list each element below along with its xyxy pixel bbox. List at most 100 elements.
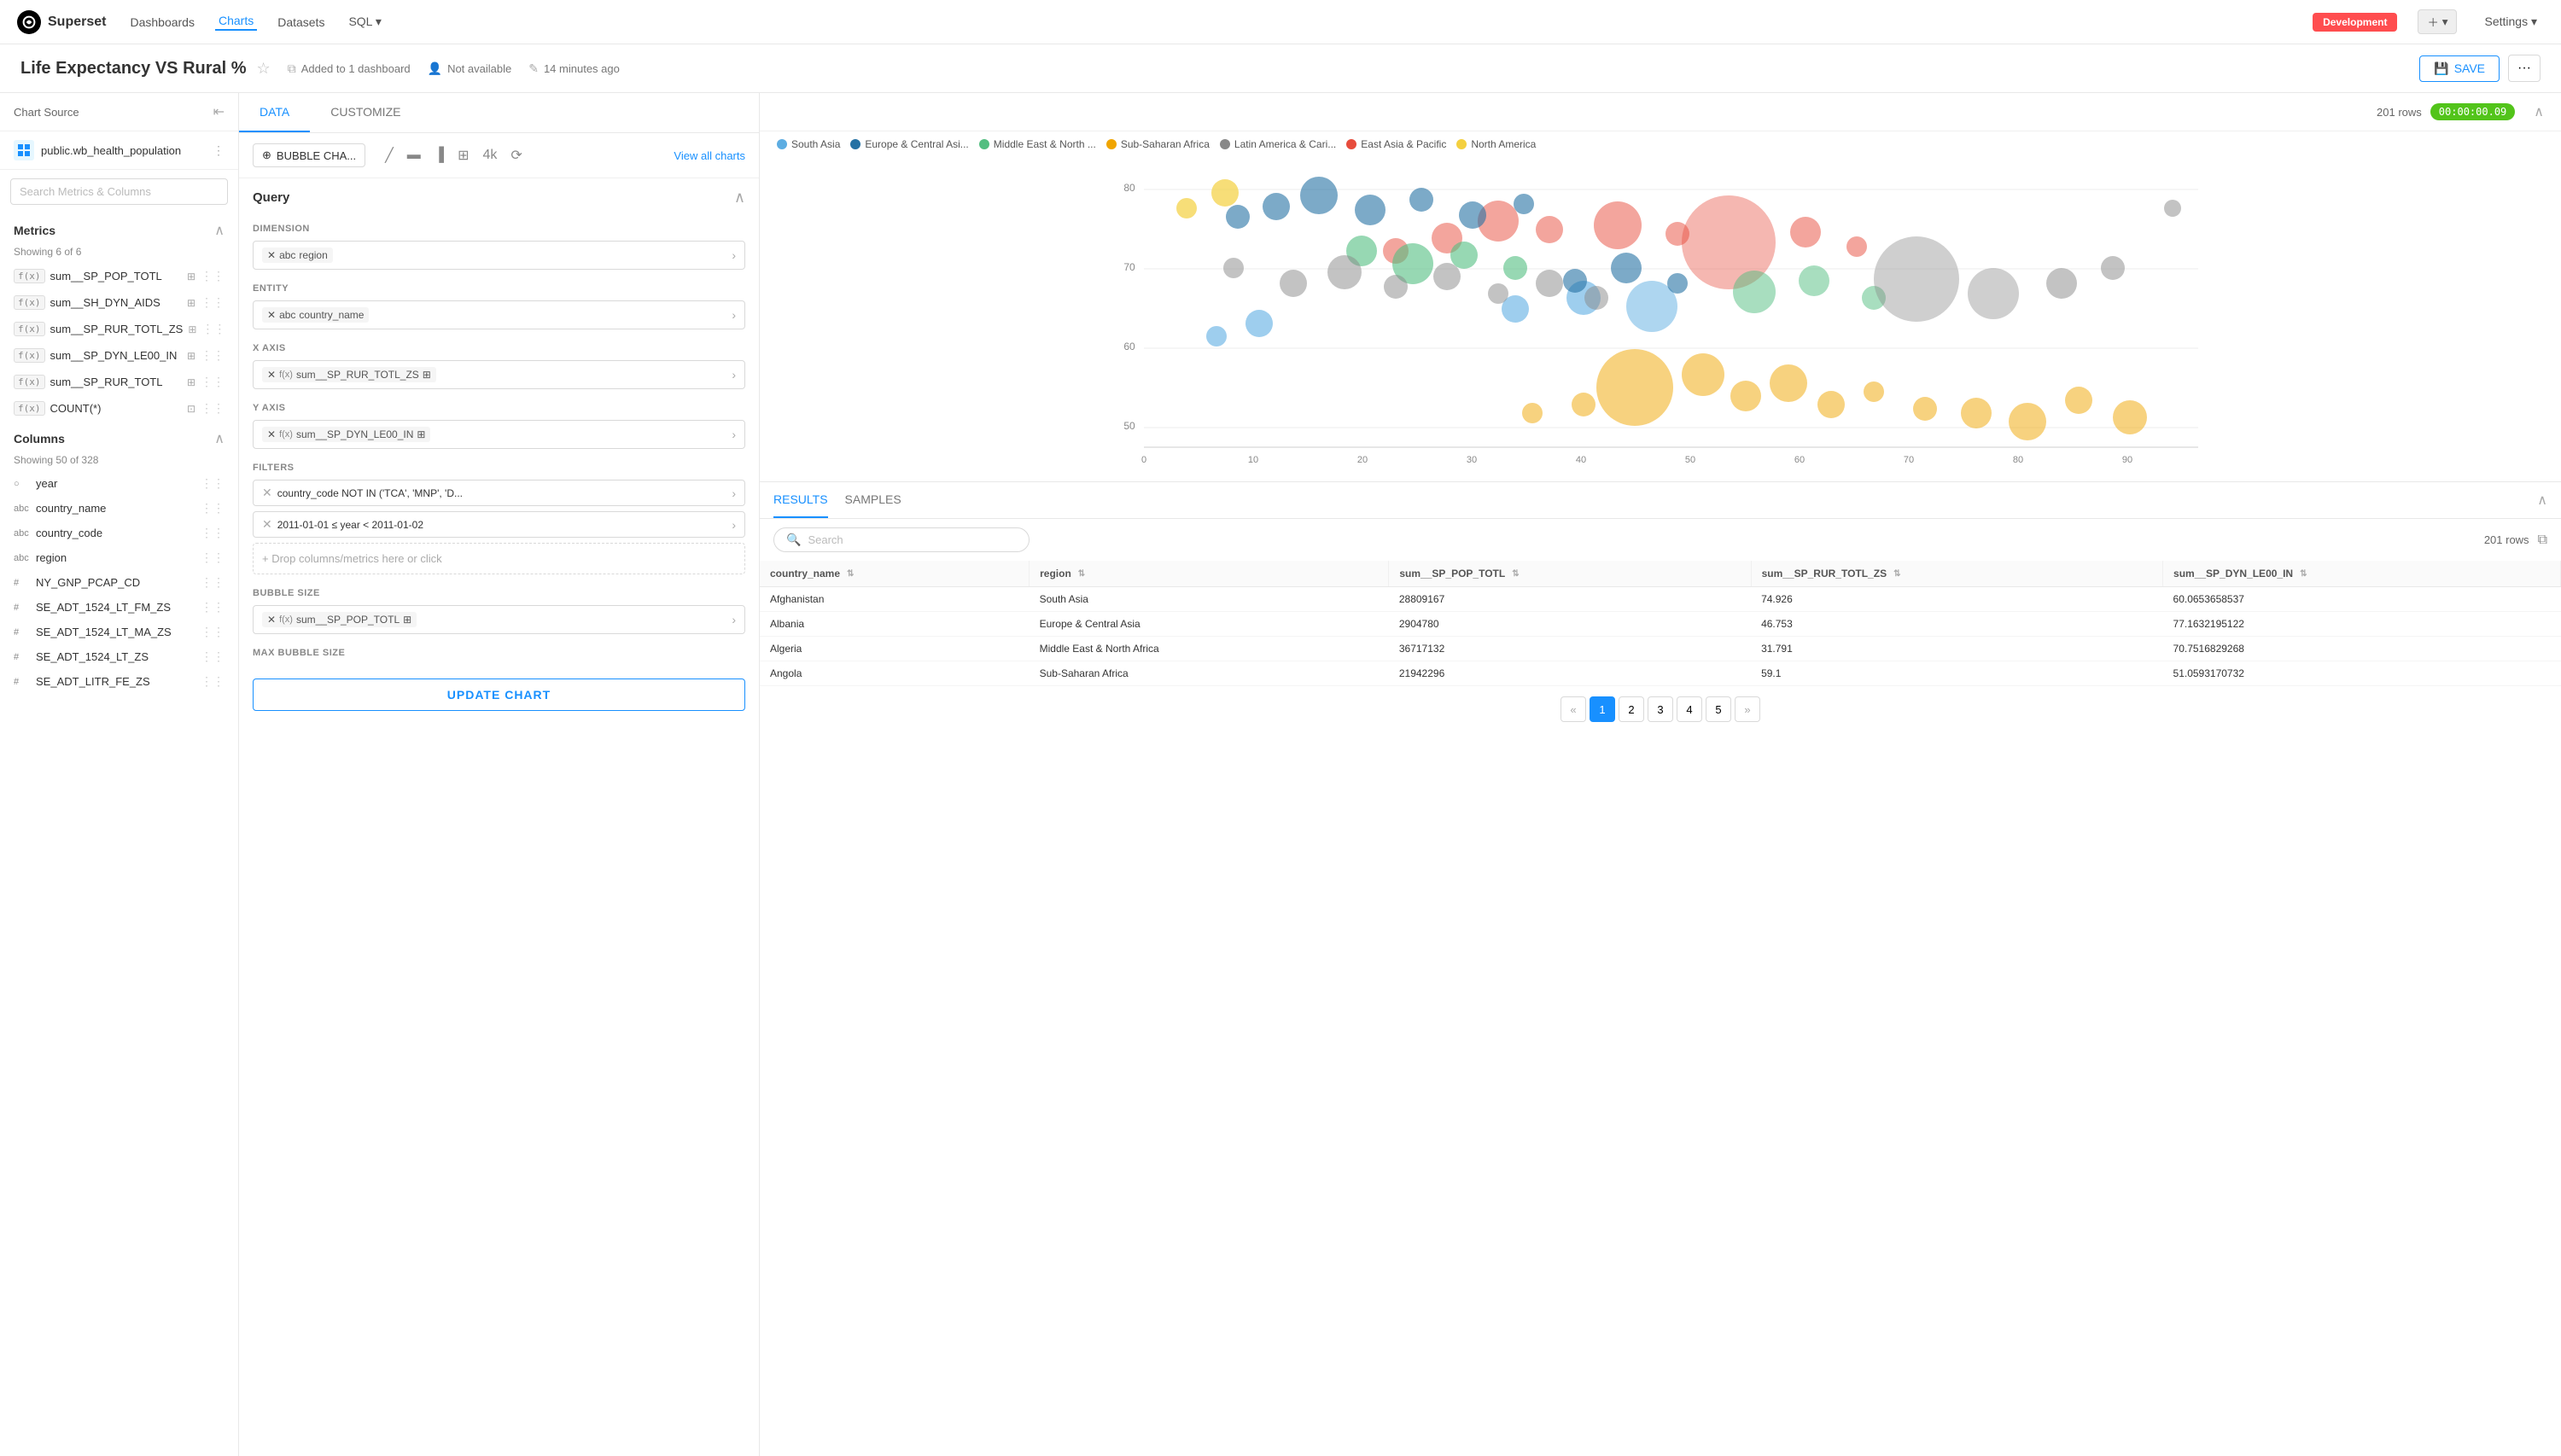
remove-xaxis[interactable]: ✕ — [267, 369, 276, 381]
drag-handle-col-3[interactable]: ⋮⋮ — [201, 526, 225, 540]
entity-expand-icon[interactable]: › — [732, 308, 736, 322]
view-all-charts-link[interactable]: View all charts — [674, 149, 745, 162]
results-tab[interactable]: RESULTS — [773, 482, 828, 518]
drag-handle-col-8[interactable]: ⋮⋮ — [201, 649, 225, 664]
collapse-columns-button[interactable]: ∧ — [214, 430, 225, 447]
more-charts-icon[interactable]: ⟳ — [506, 145, 526, 166]
td-country: Angola — [760, 661, 1030, 686]
yaxis-tag[interactable]: ✕ f(x) sum__SP_DYN_LE00_IN ⊞ — [262, 427, 430, 442]
metric-item[interactable]: f(x) sum__SH_DYN_AIDS ⊞ ⋮⋮ — [0, 289, 238, 316]
sort-region-icon[interactable]: ⇅ — [1078, 569, 1085, 579]
logo[interactable]: Superset — [17, 10, 106, 34]
page-1-button[interactable]: 1 — [1590, 696, 1615, 722]
dashboard-meta-text: Added to 1 dashboard — [301, 62, 411, 75]
drag-handle-6[interactable]: ⋮⋮ — [201, 401, 225, 416]
tab-customize[interactable]: CUSTOMIZE — [310, 93, 421, 132]
drag-handle-1[interactable]: ⋮⋮ — [201, 269, 225, 283]
column-item[interactable]: abc country_code ⋮⋮ — [0, 521, 238, 545]
collapse-sidebar-button[interactable]: ⇤ — [213, 103, 225, 120]
collapse-query-button[interactable]: ∧ — [734, 189, 745, 207]
drag-handle-4[interactable]: ⋮⋮ — [201, 348, 225, 363]
search-metrics-input[interactable] — [10, 178, 228, 205]
drag-handle-col-9[interactable]: ⋮⋮ — [201, 674, 225, 689]
metric-item[interactable]: f(x) sum__SP_DYN_LE00_IN ⊞ ⋮⋮ — [0, 342, 238, 369]
yaxis-row: ✕ f(x) sum__SP_DYN_LE00_IN ⊞ › — [253, 420, 745, 449]
remove-yaxis[interactable]: ✕ — [267, 428, 276, 440]
drag-handle-col-5[interactable]: ⋮⋮ — [201, 575, 225, 590]
column-item[interactable]: abc region ⋮⋮ — [0, 545, 238, 570]
dimension-tag[interactable]: ✕ abc region — [262, 248, 333, 263]
column-item[interactable]: ○ year ⋮⋮ — [0, 471, 238, 496]
copy-button[interactable]: ⧉ — [2538, 533, 2547, 548]
dimension-expand-icon[interactable]: › — [732, 248, 736, 262]
remove-filter-1[interactable]: ✕ — [262, 486, 272, 500]
page-2-button[interactable]: 2 — [1619, 696, 1644, 722]
drag-handle-5[interactable]: ⋮⋮ — [201, 375, 225, 389]
sort-rur-icon[interactable]: ⇅ — [1893, 569, 1900, 579]
chart-type-badge[interactable]: ⊕ BUBBLE CHA... — [253, 143, 365, 167]
star-button[interactable]: ☆ — [257, 60, 271, 78]
bubble-size-expand[interactable]: › — [732, 613, 736, 626]
legend-south-asia: South Asia — [777, 138, 840, 150]
drag-handle-col-1[interactable]: ⋮⋮ — [201, 476, 225, 491]
bar-chart-2-icon[interactable]: ▐ — [430, 146, 448, 165]
line-chart-icon[interactable]: ╱ — [381, 145, 398, 166]
4k-icon[interactable]: 4k — [479, 146, 502, 165]
drag-handle-col-4[interactable]: ⋮⋮ — [201, 550, 225, 565]
metric-item[interactable]: f(x) sum__SP_RUR_TOTL_ZS ⊞ ⋮⋮ — [0, 316, 238, 342]
metric-item[interactable]: f(x) COUNT(*) ⊡ ⋮⋮ — [0, 395, 238, 422]
more-button[interactable]: ··· — [2508, 55, 2541, 82]
column-item[interactable]: # SE_ADT_LITR_FE_ZS ⋮⋮ — [0, 669, 238, 694]
nav-add-button[interactable]: ＋ ▾ — [2418, 9, 2457, 34]
column-item[interactable]: abc country_name ⋮⋮ — [0, 496, 238, 521]
nav-dashboards[interactable]: Dashboards — [126, 15, 198, 29]
remove-dimension[interactable]: ✕ — [267, 249, 276, 261]
drag-handle-col-7[interactable]: ⋮⋮ — [201, 625, 225, 639]
settings-button[interactable]: Settings ▾ — [2477, 11, 2544, 32]
nav-charts[interactable]: Charts — [215, 14, 257, 31]
xaxis-tag[interactable]: ✕ f(x) sum__SP_RUR_TOTL_ZS ⊞ — [262, 367, 436, 382]
filters-drop-zone[interactable]: + Drop columns/metrics here or click — [253, 543, 745, 574]
page-3-button[interactable]: 3 — [1648, 696, 1673, 722]
xaxis-expand-icon[interactable]: › — [732, 368, 736, 381]
sort-pop-icon[interactable]: ⇅ — [1512, 569, 1519, 579]
filter-1-expand[interactable]: › — [732, 486, 736, 500]
tab-data[interactable]: DATA — [239, 93, 310, 132]
column-item[interactable]: # NY_GNP_PCAP_CD ⋮⋮ — [0, 570, 238, 595]
metric-item[interactable]: f(x) sum__SP_POP_TOTL ⊞ ⋮⋮ — [0, 263, 238, 289]
remove-filter-2[interactable]: ✕ — [262, 517, 272, 532]
bubble-size-tag[interactable]: ✕ f(x) sum__SP_POP_TOTL ⊞ — [262, 612, 417, 627]
page-next-button[interactable]: » — [1735, 696, 1760, 722]
nav-sql[interactable]: SQL ▾ — [345, 15, 384, 29]
column-item[interactable]: # SE_ADT_1524_LT_FM_ZS ⋮⋮ — [0, 595, 238, 620]
source-menu-icon[interactable]: ⋮ — [213, 143, 225, 158]
collapse-metrics-button[interactable]: ∧ — [214, 222, 225, 239]
table-chart-icon[interactable]: ⊞ — [453, 145, 473, 166]
sort-country-icon[interactable]: ⇅ — [847, 569, 854, 579]
expand-results-button[interactable]: ∧ — [2537, 492, 2547, 509]
page-4-button[interactable]: 4 — [1677, 696, 1702, 722]
column-item[interactable]: # SE_ADT_1524_LT_ZS ⋮⋮ — [0, 644, 238, 669]
update-chart-button[interactable]: UPDATE CHART — [253, 678, 745, 711]
drag-handle-col-6[interactable]: ⋮⋮ — [201, 600, 225, 614]
drag-handle-col-2[interactable]: ⋮⋮ — [201, 501, 225, 515]
metric-item[interactable]: f(x) sum__SP_RUR_TOTL ⊞ ⋮⋮ — [0, 369, 238, 395]
filter-2-expand[interactable]: › — [732, 518, 736, 532]
page-5-button[interactable]: 5 — [1706, 696, 1731, 722]
sort-le-icon[interactable]: ⇅ — [2300, 569, 2307, 579]
page-prev-button[interactable]: « — [1561, 696, 1586, 722]
nav-datasets[interactable]: Datasets — [274, 15, 328, 29]
save-button[interactable]: 💾 SAVE — [2419, 55, 2500, 82]
entity-tag[interactable]: ✕ abc country_name — [262, 307, 369, 323]
env-badge[interactable]: Development — [2313, 13, 2397, 32]
samples-tab[interactable]: SAMPLES — [845, 482, 901, 518]
drag-handle-3[interactable]: ⋮⋮ — [201, 322, 225, 336]
results-search-box[interactable]: 🔍 Search — [773, 527, 1030, 552]
column-item[interactable]: # SE_ADT_1524_LT_MA_ZS ⋮⋮ — [0, 620, 238, 644]
remove-entity[interactable]: ✕ — [267, 309, 276, 321]
bar-chart-icon[interactable]: ▬ — [403, 146, 425, 165]
yaxis-expand-icon[interactable]: › — [732, 428, 736, 441]
drag-handle-2[interactable]: ⋮⋮ — [201, 295, 225, 310]
collapse-right-button[interactable]: ∧ — [2530, 100, 2547, 124]
remove-bubble-size[interactable]: ✕ — [267, 614, 276, 626]
